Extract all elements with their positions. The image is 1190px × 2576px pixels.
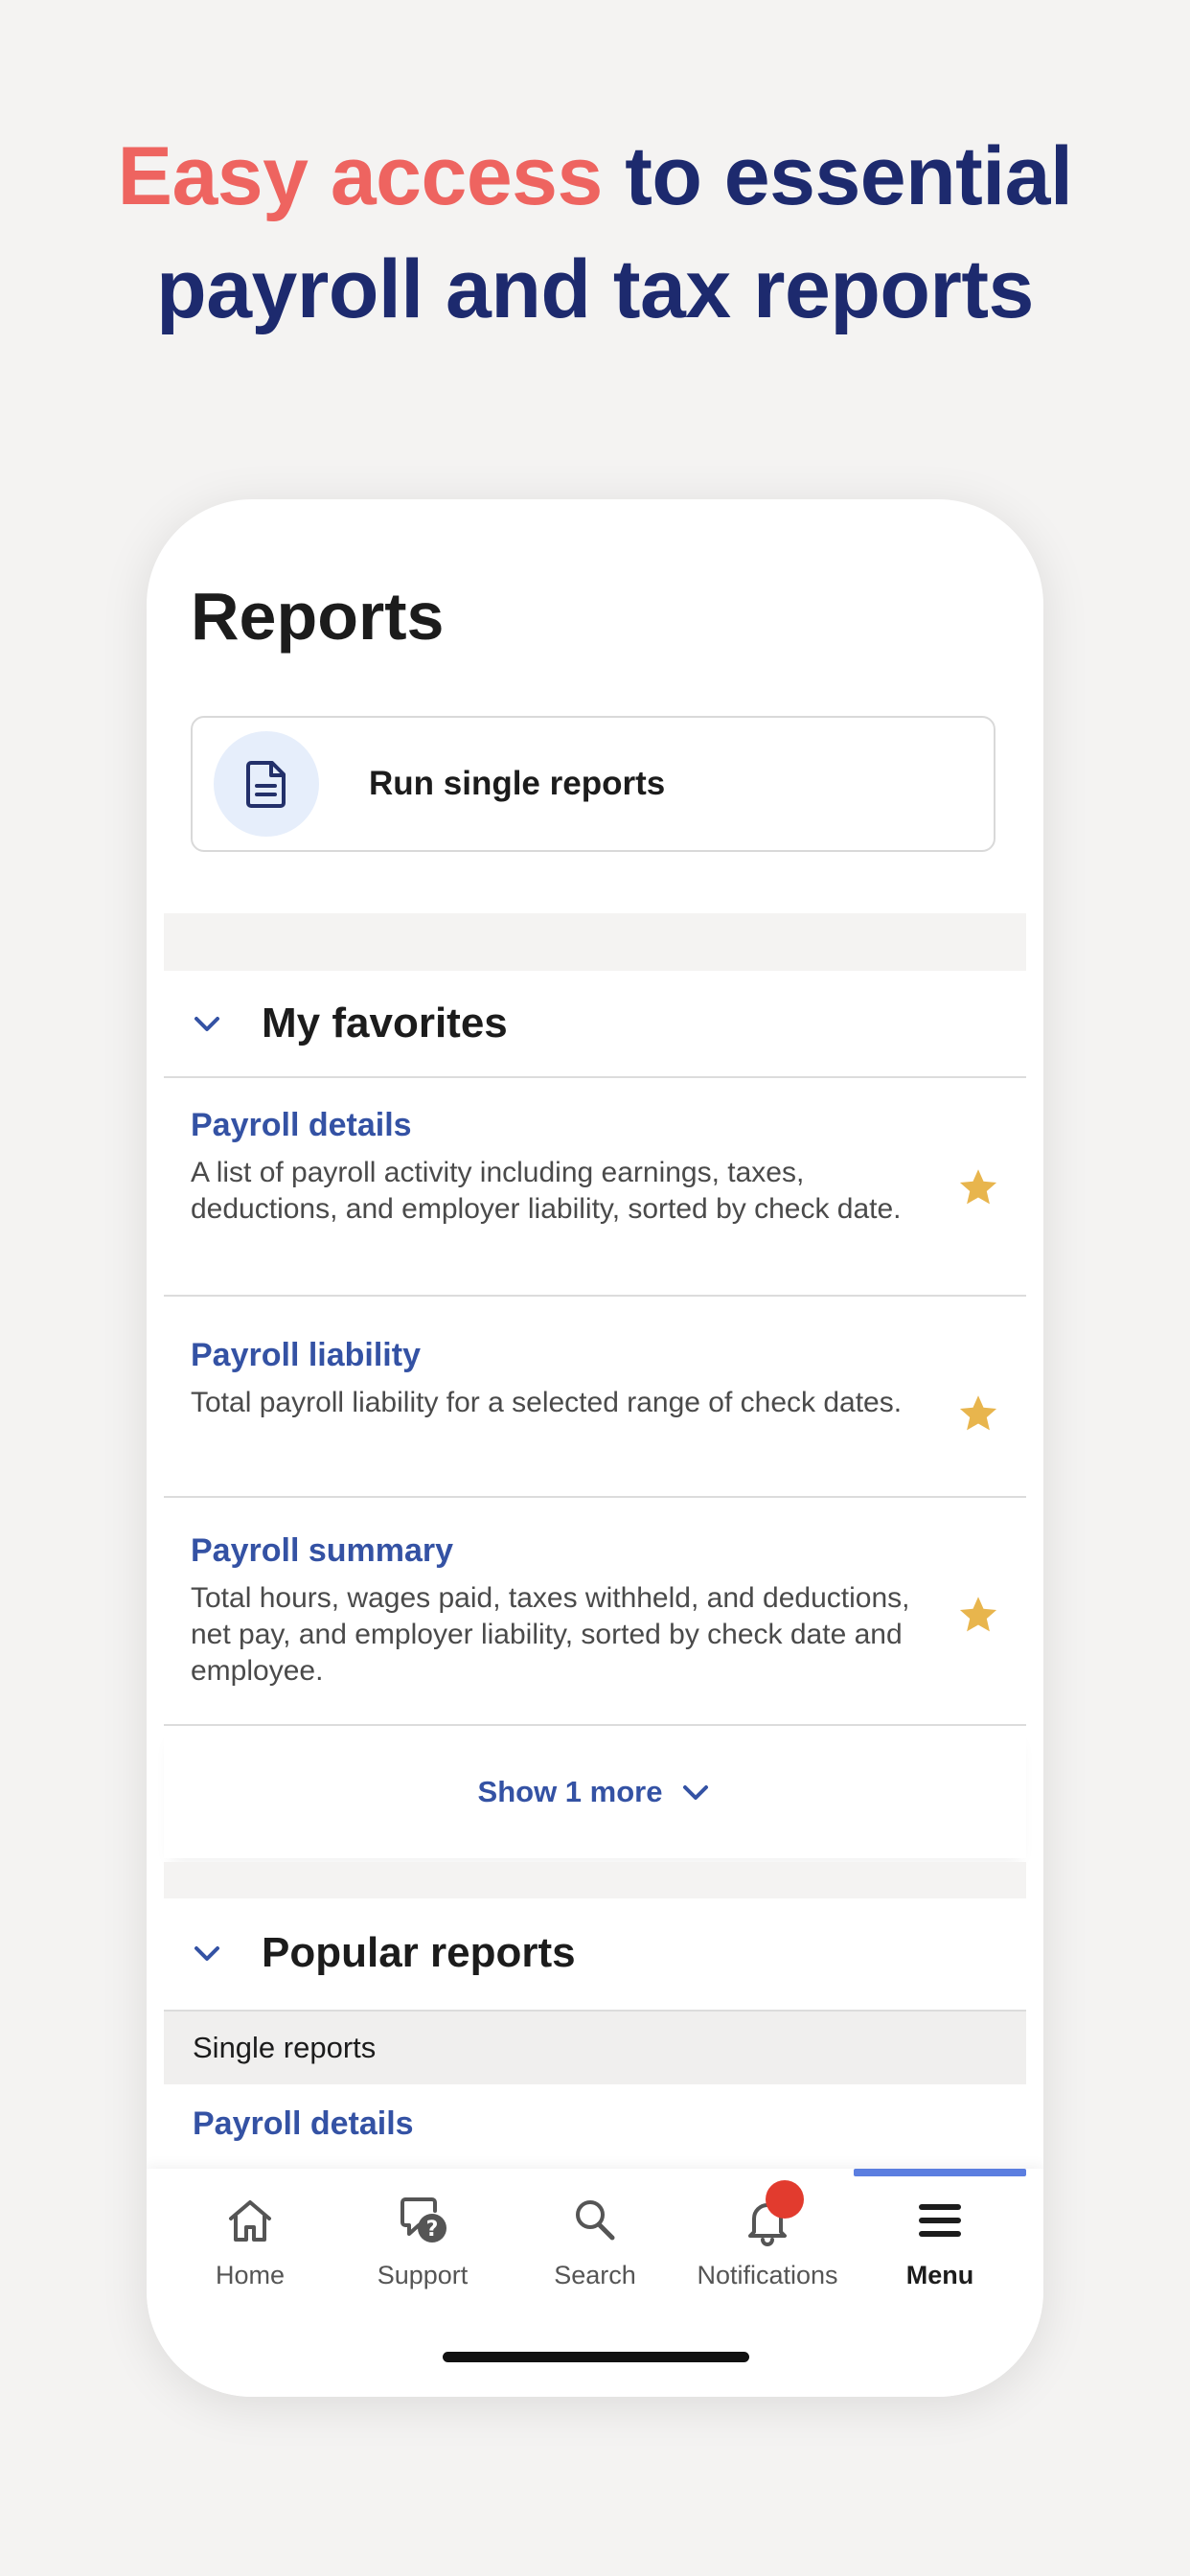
chevron-down-icon bbox=[683, 1785, 709, 1800]
section-separator bbox=[164, 913, 1026, 971]
section-separator bbox=[164, 1862, 1026, 1898]
favorite-item-payroll-summary[interactable]: Payroll summary Total hours, wages paid,… bbox=[164, 1498, 1026, 1724]
report-title[interactable]: Payroll details bbox=[191, 1107, 412, 1144]
search-icon bbox=[566, 2192, 624, 2249]
headline-rest-line1: to essential bbox=[602, 130, 1073, 222]
subheader-label: Single reports bbox=[193, 2031, 377, 2064]
page-title: Reports bbox=[191, 579, 445, 654]
report-title[interactable]: Payroll details bbox=[193, 2105, 414, 2143]
run-single-reports-label: Run single reports bbox=[369, 765, 666, 802]
menu-icon bbox=[911, 2192, 969, 2249]
document-icon bbox=[214, 731, 319, 837]
svg-text:?: ? bbox=[426, 2218, 439, 2242]
single-reports-subheader: Single reports bbox=[164, 2012, 1026, 2084]
support-icon: ? bbox=[394, 2192, 451, 2249]
favorites-title: My favorites bbox=[262, 1000, 508, 1046]
tab-label: Support bbox=[377, 2261, 469, 2289]
show-more-button[interactable]: Show 1 more bbox=[164, 1726, 1026, 1858]
star-icon[interactable] bbox=[957, 1392, 999, 1435]
popular-reports-toggle[interactable]: Popular reports bbox=[164, 1900, 1026, 2006]
bell-icon bbox=[739, 2180, 804, 2249]
home-icon bbox=[221, 2192, 279, 2249]
popular-item-payroll-details[interactable]: Payroll details bbox=[164, 2084, 1026, 2171]
tab-label: Notifications bbox=[697, 2261, 838, 2289]
tab-label: Home bbox=[215, 2261, 286, 2289]
favorites-toggle[interactable]: My favorites bbox=[164, 971, 1026, 1076]
notification-badge bbox=[766, 2180, 804, 2219]
tab-home[interactable]: Home bbox=[164, 2188, 336, 2312]
star-icon[interactable] bbox=[957, 1166, 999, 1208]
report-description: A list of payroll activity including ear… bbox=[191, 1157, 902, 1225]
tab-label: Menu bbox=[905, 2261, 974, 2289]
report-title[interactable]: Payroll liability bbox=[191, 1337, 421, 1374]
active-tab-indicator bbox=[854, 2169, 1026, 2176]
tab-label: Search bbox=[554, 2261, 636, 2289]
phone-frame: Reports Run single reports My favorites bbox=[147, 499, 1043, 2397]
promo-headline: Easy access to essential payroll and tax… bbox=[0, 120, 1190, 346]
headline-line2: payroll and tax reports bbox=[156, 243, 1034, 335]
favorite-item-payroll-details[interactable]: Payroll details A list of payroll activi… bbox=[164, 1078, 1026, 1295]
report-description: Total hours, wages paid, taxes withheld,… bbox=[191, 1582, 910, 1687]
tab-search[interactable]: Search bbox=[509, 2188, 681, 2312]
tab-notifications[interactable]: Notifications bbox=[681, 2180, 854, 2312]
report-title[interactable]: Payroll summary bbox=[191, 1532, 453, 1570]
chevron-down-icon bbox=[195, 1017, 219, 1031]
run-single-reports-button[interactable]: Run single reports bbox=[191, 716, 995, 852]
chevron-down-icon bbox=[195, 1946, 219, 1961]
star-icon[interactable] bbox=[957, 1594, 999, 1636]
tab-support[interactable]: ? Support bbox=[336, 2188, 509, 2312]
favorite-item-payroll-liability[interactable]: Payroll liability Total payroll liabilit… bbox=[164, 1297, 1026, 1496]
report-description: Total payroll liability for a selected r… bbox=[191, 1387, 903, 1418]
headline-accent: Easy access bbox=[117, 130, 604, 222]
popular-reports-title: Popular reports bbox=[262, 1929, 576, 1976]
bottom-tab-bar: Home ? Support Search Notifications Menu bbox=[147, 2169, 1043, 2397]
tab-menu[interactable]: Menu bbox=[854, 2188, 1026, 2312]
home-indicator bbox=[443, 2352, 749, 2362]
show-more-label: Show 1 more bbox=[477, 1775, 663, 1808]
